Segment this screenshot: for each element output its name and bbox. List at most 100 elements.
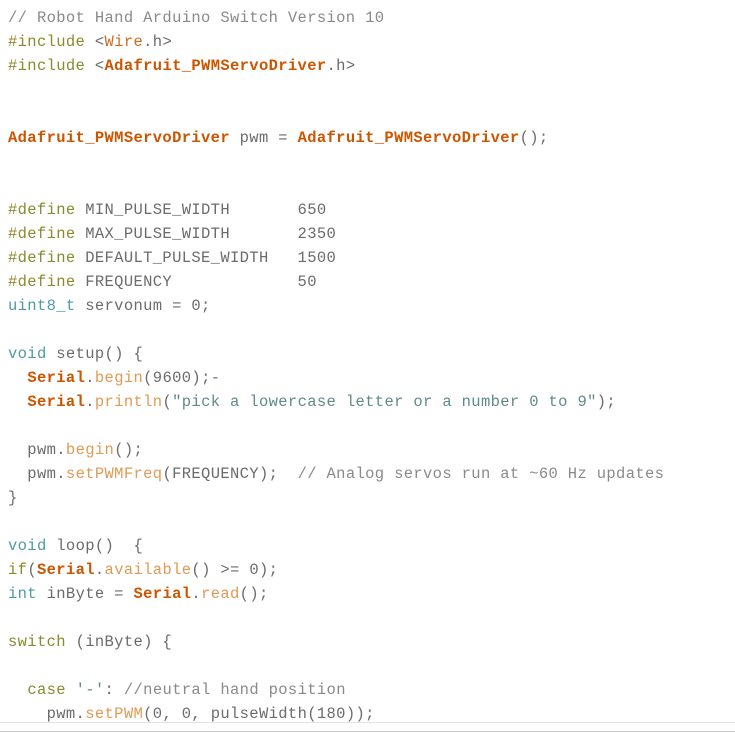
code-line: pwm.begin();: [8, 438, 735, 462]
code-token: read: [201, 585, 240, 603]
code-token: ();: [519, 129, 549, 147]
horizontal-scrollbar[interactable]: [0, 722, 735, 732]
code-token: ();: [114, 441, 144, 459]
code-token: .: [85, 393, 95, 411]
code-token: .h>: [326, 57, 356, 75]
code-token: (inByte) {: [65, 633, 173, 651]
code-line: Serial.begin(9600);-: [8, 366, 735, 390]
code-token: #define: [8, 273, 76, 291]
code-line: void loop() {: [8, 534, 735, 558]
code-token: .: [85, 369, 95, 387]
code-token: #define: [8, 225, 76, 243]
code-token: (: [162, 393, 173, 411]
code-token: .h>: [143, 33, 173, 51]
code-token: setup() {: [46, 345, 144, 363]
code-token: ();: [239, 585, 269, 603]
code-token: (FREQUENCY);: [162, 465, 298, 483]
code-token: (: [27, 561, 37, 579]
code-token: setPWM: [85, 705, 144, 723]
code-line: #define DEFAULT_PULSE_WIDTH 1500: [8, 246, 735, 270]
code-token: Adafruit_PWMServoDriver: [8, 129, 230, 147]
code-line: #define MAX_PULSE_WIDTH 2350: [8, 222, 735, 246]
code-token: Serial: [36, 561, 95, 579]
code-line: // Robot Hand Arduino Switch Version 10: [8, 6, 735, 30]
code-line: case '-': //neutral hand position: [8, 678, 735, 702]
code-token: MAX_PULSE_WIDTH 2350: [75, 225, 337, 243]
code-token: <: [85, 57, 105, 75]
code-token: pwm.: [8, 465, 66, 483]
code-token: (9600);-: [143, 369, 221, 387]
code-token: FREQUENCY 50: [75, 273, 317, 291]
code-token: Serial: [133, 585, 192, 603]
code-token: void: [8, 345, 47, 363]
code-token: available: [104, 561, 192, 579]
code-line: #define MIN_PULSE_WIDTH 650: [8, 198, 735, 222]
code-token: Adafruit_PWMServoDriver: [297, 129, 520, 147]
code-token: Adafruit_PWMServoDriver: [104, 57, 327, 75]
code-token: <: [85, 33, 105, 51]
code-token: MIN_PULSE_WIDTH 650: [75, 201, 327, 219]
code-token: void: [8, 537, 47, 555]
code-token: // Analog servos run at ~60 Hz updates: [297, 465, 665, 483]
code-line: uint8_t servonum = 0;: [8, 294, 735, 318]
code-token: if: [8, 561, 28, 579]
code-token: );: [596, 393, 617, 411]
code-line: }: [8, 486, 735, 510]
code-token: '-': [75, 681, 105, 699]
code-line: void setup() {: [8, 342, 735, 366]
code-token: begin: [94, 369, 144, 387]
code-token: int: [8, 585, 37, 603]
code-token: .: [191, 585, 202, 603]
code-token: inByte =: [36, 585, 134, 603]
code-line: if(Serial.available() >= 0);: [8, 558, 735, 582]
code-token: // Robot Hand Arduino Switch Version 10: [8, 9, 385, 27]
code-token: #include: [8, 33, 86, 51]
code-token: pwm.: [8, 705, 86, 723]
code-text-area[interactable]: // Robot Hand Arduino Switch Version 10 #…: [0, 0, 735, 732]
code-token: switch: [8, 633, 66, 651]
code-token: begin: [65, 441, 115, 459]
code-line: Serial.println("pick a lowercase letter …: [8, 390, 735, 414]
code-token: pwm =: [230, 129, 298, 147]
code-token: Serial: [27, 369, 86, 387]
code-token: () >= 0);: [191, 561, 279, 579]
code-token: }: [8, 489, 18, 507]
code-token: case: [27, 681, 66, 699]
code-token: "pick a lowercase letter or a number 0 t…: [172, 393, 597, 411]
code-token: (0, 0, pulseWidth(180));: [143, 705, 375, 723]
code-token: DEFAULT_PULSE_WIDTH 1500: [75, 249, 337, 267]
code-line: #include <Adafruit_PWMServoDriver.h>: [8, 54, 735, 78]
code-line: #define FREQUENCY 50: [8, 270, 735, 294]
code-token: .: [94, 561, 105, 579]
code-token: //neutral hand position: [123, 681, 346, 699]
code-line: pwm.setPWMFreq(FREQUENCY); // Analog ser…: [8, 462, 735, 486]
code-token: setPWMFreq: [65, 465, 163, 483]
code-line: Adafruit_PWMServoDriver pwm = Adafruit_P…: [8, 126, 735, 150]
code-token: #define: [8, 201, 76, 219]
code-line: int inByte = Serial.read();: [8, 582, 735, 606]
code-token: Serial: [27, 393, 86, 411]
code-token: :: [104, 681, 124, 699]
code-token: loop() {: [46, 537, 144, 555]
code-token: #include: [8, 57, 86, 75]
code-token: Wire: [104, 33, 144, 51]
code-token: pwm.: [8, 441, 66, 459]
code-token: #define: [8, 249, 76, 267]
code-viewer[interactable]: // Robot Hand Arduino Switch Version 10 #…: [0, 0, 735, 732]
code-token: servonum = 0;: [75, 297, 211, 315]
code-line: #include <Wire.h>: [8, 30, 735, 54]
code-token: uint8_t: [8, 297, 76, 315]
